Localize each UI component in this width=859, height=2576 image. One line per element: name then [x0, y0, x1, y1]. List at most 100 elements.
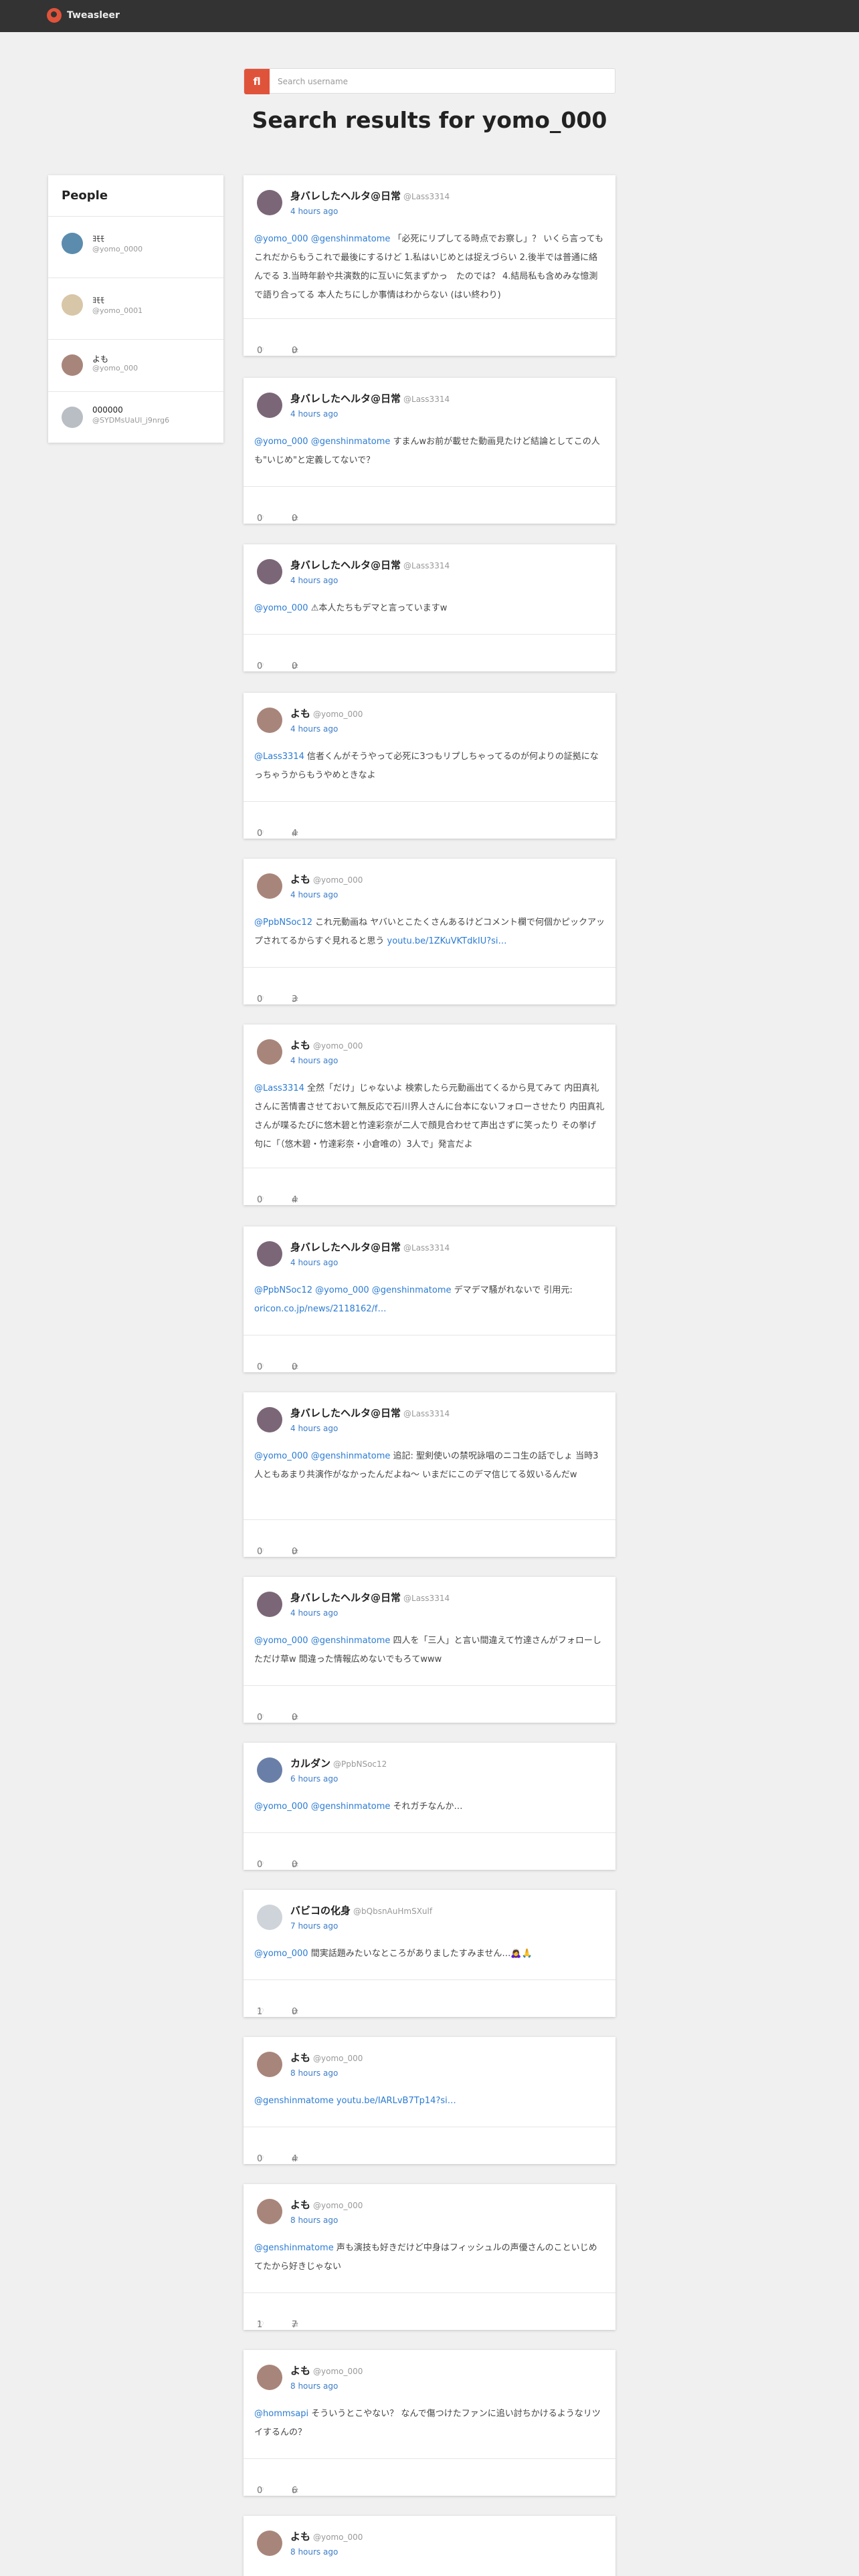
tweet-author[interactable]: カルダン @PpbNSoc12 [290, 1756, 387, 1770]
tweet-mentions[interactable]: @yomo_000 @genshinmatome [254, 1451, 390, 1461]
person-item[interactable]: ﾖﾓﾓ @yomo_0001 [48, 278, 223, 340]
tweet-mentions[interactable]: @yomo_000 @genshinmatome [254, 234, 390, 244]
tweet-author[interactable]: 身バレしたヘルタ@日常 @Lass3314 [290, 1240, 450, 1254]
avatar[interactable] [257, 393, 282, 418]
tweet-author[interactable]: よも @yomo_000 [290, 706, 363, 720]
author-handle: @yomo_000 [313, 2201, 363, 2210]
search-button[interactable]: fl [244, 69, 270, 94]
tweet-time[interactable]: 4 hours ago [290, 890, 338, 899]
avatar[interactable] [257, 1241, 282, 1267]
tweet-mentions[interactable]: @yomo_000 @genshinmatome [254, 1636, 390, 1646]
tweet-author[interactable]: 身バレしたヘルタ@日常 @Lass3314 [290, 391, 450, 405]
tweet-author[interactable]: よも @yomo_000 [290, 1038, 363, 1052]
tweet-time[interactable]: 8 hours ago [290, 2068, 338, 2078]
tweet-author[interactable]: 身バレしたヘルタ@日常 @Lass3314 [290, 189, 450, 203]
tweet-footer: ♡ 0 ⇄ 6 [244, 2458, 615, 2496]
avatar[interactable] [257, 2531, 282, 2556]
tweet-time[interactable]: 7 hours ago [290, 1921, 338, 1931]
tweet-time[interactable]: 8 hours ago [290, 2216, 338, 2225]
tweet-author[interactable]: 身バレしたヘルタ@日常 @Lass3314 [290, 558, 450, 572]
tweet-author[interactable]: よも @yomo_000 [290, 872, 363, 886]
avatar[interactable] [257, 1757, 282, 1783]
retweet-count-value: 0 [292, 1362, 298, 1372]
tweet-mentions[interactable]: @genshinmatome [254, 2096, 334, 2106]
author-name: よも [290, 2199, 311, 2211]
avatar[interactable] [257, 559, 282, 584]
author-handle: @PpbNSoc12 [333, 1759, 387, 1769]
tweet-mentions[interactable]: @genshinmatome [254, 2243, 334, 2253]
tweet-mentions[interactable]: @yomo_000 [254, 603, 308, 613]
tweet-link[interactable]: oricon.co.jp/news/2118162/f… [254, 1304, 387, 1314]
tweet-card: 身バレしたヘルタ@日常 @Lass3314 4 hours ago @yomo_000… [244, 544, 615, 671]
tweet-text: 全然「だけ」じゃないよ 検索したら元動画出てくるから見てみて 内田真礼さんに苦情… [254, 1083, 605, 1150]
tweet-body: @Lass3314 信者くんがそうやって必死に3つもリプしちゃってるのが何よりの… [254, 748, 605, 794]
avatar[interactable] [257, 1039, 282, 1065]
tweet-mentions[interactable]: @Lass3314 [254, 1083, 304, 1093]
tweet-time[interactable]: 4 hours ago [290, 1424, 338, 1433]
tweet-author[interactable]: バビコの化身 @bQbsnAuHmSXulf [290, 1903, 432, 1917]
author-handle: @yomo_000 [313, 1041, 363, 1051]
tweet-time[interactable]: 8 hours ago [290, 2381, 338, 2391]
tweet-mentions[interactable]: @Lass3314 [254, 752, 304, 762]
tweet-mentions[interactable]: @yomo_000 [254, 1949, 308, 1959]
tweet-time[interactable]: 4 hours ago [290, 576, 338, 585]
author-name: 身バレしたヘルタ@日常 [290, 1241, 401, 1253]
app-logo[interactable]: Tweasleer [47, 8, 120, 23]
tweet-mentions[interactable]: @hommsapi [254, 2409, 308, 2419]
author-name: 身バレしたヘルタ@日常 [290, 393, 401, 405]
avatar[interactable] [257, 1905, 282, 1930]
tweet-author[interactable]: 身バレしたヘルタ@日常 @Lass3314 [290, 1590, 450, 1604]
author-handle: @Lass3314 [403, 1409, 450, 1418]
retweet-count-value: 7 [292, 2320, 298, 2330]
tweet-body: @PpbNSoc12 これ元動画ね ヤバいとこたくさんあるけどコメント欄で何個か… [254, 914, 605, 960]
avatar[interactable] [257, 190, 282, 215]
search-input[interactable] [278, 75, 599, 88]
avatar [62, 294, 83, 316]
tweet-text: それガチなんか… [390, 1802, 463, 1812]
tweet-time[interactable]: 4 hours ago [290, 1258, 338, 1267]
tweet-time[interactable]: 6 hours ago [290, 1774, 338, 1784]
tweet-author[interactable]: よも @yomo_000 [290, 2529, 363, 2543]
tweet-mentions[interactable]: @PpbNSoc12 @yomo_000 @genshinmatome [254, 1285, 452, 1295]
tweet-time[interactable]: 4 hours ago [290, 724, 338, 734]
tweet-mentions[interactable]: @yomo_000 @genshinmatome [254, 1802, 390, 1812]
tweet-author[interactable]: よも @yomo_000 [290, 2197, 363, 2212]
tweet-footer: ♡ 0 ⇄ 4 [244, 801, 615, 839]
author-handle: @Lass3314 [403, 561, 450, 570]
person-item[interactable]: よも @yomo_000 [48, 340, 223, 392]
avatar[interactable] [257, 1592, 282, 1617]
tweet-footer: ♡ 0 ⇄ 0 [244, 1832, 615, 1870]
retweet-count-value: 0 [292, 514, 298, 524]
tweet-footer: ♡ 0 ⇄ 4 [244, 1168, 615, 1205]
avatar[interactable] [257, 708, 282, 733]
tweet-author[interactable]: 身バレしたヘルタ@日常 @Lass3314 [290, 1406, 450, 1420]
avatar[interactable] [257, 1407, 282, 1432]
tweet-author[interactable]: よも @yomo_000 [290, 2363, 363, 2377]
tweet-mentions[interactable]: @PpbNSoc12 [254, 918, 312, 928]
tweet-time[interactable]: 4 hours ago [290, 409, 338, 419]
app-name: Tweasleer [67, 10, 120, 21]
retweet-count-value: 0 [292, 346, 298, 356]
person-handle: @yomo_0001 [92, 306, 143, 315]
like-count-value: 0 [257, 1362, 263, 1372]
person-name: 000000 [92, 405, 123, 415]
tweet-footer: ♡ 0 ⇄ 0 [244, 1519, 615, 1557]
avatar[interactable] [257, 2365, 282, 2390]
person-name: よも [92, 354, 109, 364]
tweet-link[interactable]: youtu.be/1ZKuVKTdkIU?si… [387, 936, 507, 946]
tweet-time[interactable]: 4 hours ago [290, 1608, 338, 1618]
avatar[interactable] [257, 2052, 282, 2077]
person-item[interactable]: 000000 @SYDMsUaUl_j9nrg6 [48, 392, 223, 444]
person-item[interactable]: ﾖﾓﾓ @yomo_0000 [48, 217, 223, 278]
tweet-mentions[interactable]: @yomo_000 @genshinmatome [254, 437, 390, 447]
tweet-time[interactable]: 8 hours ago [290, 2547, 338, 2557]
tweet-time[interactable]: 4 hours ago [290, 1056, 338, 1065]
tweet-link[interactable]: youtu.be/IARLvB7Tp14?si… [337, 2096, 456, 2106]
tweet-footer: ♡ 0 ⇄ 0 [244, 634, 615, 671]
tweet-time[interactable]: 4 hours ago [290, 207, 338, 216]
tweet-author[interactable]: よも @yomo_000 [290, 2050, 363, 2064]
avatar[interactable] [257, 2199, 282, 2224]
avatar[interactable] [257, 873, 282, 899]
tweet-card: 身バレしたヘルタ@日常 @Lass3314 4 hours ago @yomo_000… [244, 1392, 615, 1557]
like-count-value: 0 [257, 994, 263, 1004]
